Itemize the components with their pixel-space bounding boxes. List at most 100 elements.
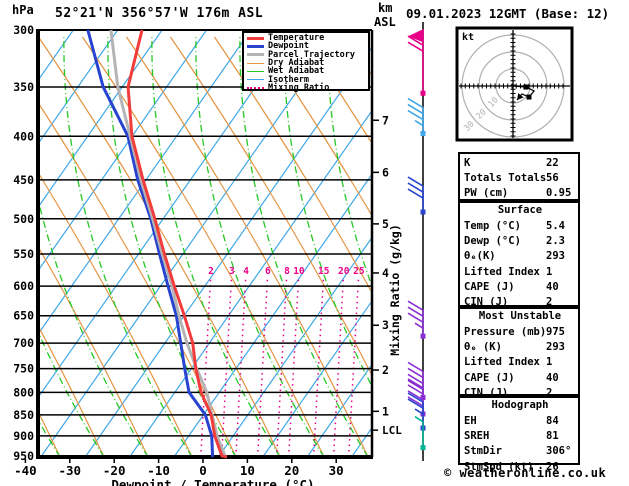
pressure-tick-label: 400 bbox=[13, 129, 34, 143]
stat-label: K bbox=[464, 156, 471, 169]
pressure-axis-unit: hPa bbox=[12, 3, 34, 17]
legend-item-mixing-ratio: Mixing Ratio bbox=[247, 84, 368, 92]
run-datetime: 09.01.2023 12GMT (Base: 12) bbox=[406, 6, 610, 21]
mixing-ratio-value-label: 6 bbox=[265, 266, 271, 277]
pressure-tick-label: 450 bbox=[13, 173, 34, 187]
panel-title: Hodograph bbox=[491, 399, 549, 411]
stat-label: CAPE (J) bbox=[464, 371, 515, 384]
pressure-tick-label: 900 bbox=[13, 429, 34, 443]
dewpoint-line-swatch bbox=[247, 44, 264, 48]
temperature-tick-label: 20 bbox=[284, 463, 299, 478]
pressure-tick-label: 500 bbox=[13, 212, 34, 226]
x-axis-title: Dewpoint / Temperature (°C) bbox=[111, 477, 314, 486]
pressure-tick-label: 600 bbox=[13, 279, 34, 293]
stat-label: EH bbox=[464, 415, 477, 428]
station-title: 52°21'N 356°57'W 176m ASL bbox=[55, 6, 264, 21]
panel-title: Surface bbox=[497, 204, 543, 216]
stat-label: PW (cm) bbox=[464, 186, 509, 199]
stat-row: CAPE (J) 40 bbox=[464, 279, 576, 294]
stat-label: Dewp (°C) bbox=[464, 235, 521, 248]
panel-title: Most Unstable bbox=[478, 310, 562, 322]
stat-value: 56 bbox=[546, 171, 559, 184]
stat-row: CAPE (J) 40 bbox=[464, 370, 576, 385]
stat-label: Lifted Index bbox=[464, 356, 540, 369]
pressure-tick-label: 300 bbox=[13, 23, 34, 37]
stat-row: EH 84 bbox=[464, 414, 576, 429]
stat-value: 81 bbox=[546, 430, 559, 443]
km-tick-label: 2 bbox=[382, 363, 389, 377]
pressure-tick-label: 850 bbox=[13, 408, 34, 422]
temperature-tick-label: 0 bbox=[199, 463, 207, 478]
stat-row: Totals Totals 56 bbox=[464, 170, 576, 185]
legend: Temperature Dewpoint Parcel Trajectory D… bbox=[242, 31, 370, 92]
stat-row: Lifted Index 1 bbox=[464, 355, 576, 370]
stat-row: θₑ (K) 293 bbox=[464, 340, 576, 355]
hodograph-trace-marker bbox=[523, 84, 529, 90]
temperature-tick-label: -30 bbox=[59, 463, 82, 478]
pressure-tick-label: 650 bbox=[13, 309, 34, 323]
stat-label: Pressure (mb) bbox=[464, 326, 547, 339]
wind-barb bbox=[414, 415, 426, 451]
stat-row: θₑ(K) 293 bbox=[464, 249, 576, 264]
mixing-ratio-value-label: 2 bbox=[208, 266, 214, 277]
mixing-ratio-axis-label: Mixing Ratio (g/kg) bbox=[388, 224, 402, 356]
altitude-axis: 7654321LCLMixing Ratio (g/kg) bbox=[372, 113, 402, 437]
temperature-line-swatch bbox=[247, 36, 264, 40]
mixing-ratio-value-label: 20 bbox=[338, 266, 350, 277]
pressure-tick-label: 800 bbox=[13, 385, 34, 399]
stat-label: θₑ (K) bbox=[464, 341, 502, 354]
temperature-axis: -40 -30 -20 -10 0 10 20 30 Dewpoint / Temperatur… bbox=[14, 459, 344, 486]
pressure-gridlines bbox=[38, 29, 372, 457]
wind-barb-column bbox=[407, 22, 426, 461]
parcel-line-swatch bbox=[247, 53, 264, 57]
mixing-ratio-value-label: 10 bbox=[293, 266, 305, 277]
altitude-axis-unit-asl: ASL bbox=[374, 15, 396, 29]
isotherm-line-swatch bbox=[247, 79, 264, 81]
mixing-ratio-value-label: 25 bbox=[353, 266, 365, 277]
mixing-ratio-value-label: 8 bbox=[284, 266, 290, 277]
stat-row: Lifted Index 1 bbox=[464, 264, 576, 279]
temperature-tick-label: -10 bbox=[147, 463, 170, 478]
hodograph-unit-label: kt bbox=[462, 32, 474, 43]
stat-value: 293 bbox=[546, 250, 565, 263]
km-tick-label: 1 bbox=[382, 404, 389, 418]
stat-value: 5.4 bbox=[546, 220, 565, 233]
wind-barb bbox=[407, 29, 426, 96]
hodograph-trace-marker bbox=[526, 94, 532, 100]
stat-label: Temp (°C) bbox=[464, 220, 521, 233]
stat-row: Dewp (°C) 2.3 bbox=[464, 234, 576, 249]
mixing-ratio-line-swatch bbox=[247, 86, 264, 89]
km-tick-label: 7 bbox=[382, 113, 389, 127]
pressure-tick-label: 550 bbox=[13, 247, 34, 261]
pressure-labels: 300 350 400 450 500 550 600 650 700 750 800 850 900 9… bbox=[13, 23, 34, 463]
temperature-tick-label: -20 bbox=[103, 463, 126, 478]
copyright-credit: © weatheronline.co.uk bbox=[444, 466, 607, 480]
pressure-tick-label: 700 bbox=[13, 336, 34, 350]
stat-value: 2.3 bbox=[546, 235, 565, 248]
stat-label: Lifted Index bbox=[464, 265, 540, 278]
stat-value: 1 bbox=[546, 356, 553, 369]
stat-row: Pressure (mb) 975 bbox=[464, 325, 576, 340]
stat-value: 84 bbox=[546, 415, 559, 428]
mixing-ratio-value-label: 3 bbox=[229, 266, 235, 277]
sounding-page: 2 3 4 6 8 10 15 20 25 300 350 400 450 500 550 600 650 700… bbox=[0, 0, 629, 486]
dry-adiabat-line-swatch bbox=[247, 62, 264, 64]
stability-indices-panel: K 22 Totals Totals 56 PW (cm) 0.95 bbox=[458, 152, 580, 201]
stat-value: 1 bbox=[546, 265, 553, 278]
hodograph-stats-panel: Hodograph EH 84 SREH 81 StmDir 306° StmSpd … bbox=[458, 396, 580, 473]
stat-row: PW (cm) 0.95 bbox=[464, 185, 576, 200]
surface-panel: Surface Temp (°C) 5.4 Dewp (°C) 2.3 θₑ(K) 2… bbox=[458, 201, 580, 308]
temperature-tick-label: 30 bbox=[329, 463, 344, 478]
stat-value: 0.95 bbox=[546, 186, 572, 199]
temperature-tick-label: -40 bbox=[14, 463, 37, 478]
pressure-tick-label: 950 bbox=[13, 449, 34, 463]
temperature-tick-label: 10 bbox=[240, 463, 255, 478]
stat-label: StmDir bbox=[464, 445, 502, 458]
lcl-label: LCL bbox=[382, 424, 402, 437]
stat-row: SREH 81 bbox=[464, 429, 576, 444]
stat-row: Temp (°C) 5.4 bbox=[464, 219, 576, 234]
stat-label: θₑ(K) bbox=[464, 250, 496, 263]
pressure-tick-label: 750 bbox=[13, 362, 34, 376]
stat-label: CAPE (J) bbox=[464, 280, 515, 293]
mixing-ratio-value-label: 15 bbox=[318, 266, 330, 277]
